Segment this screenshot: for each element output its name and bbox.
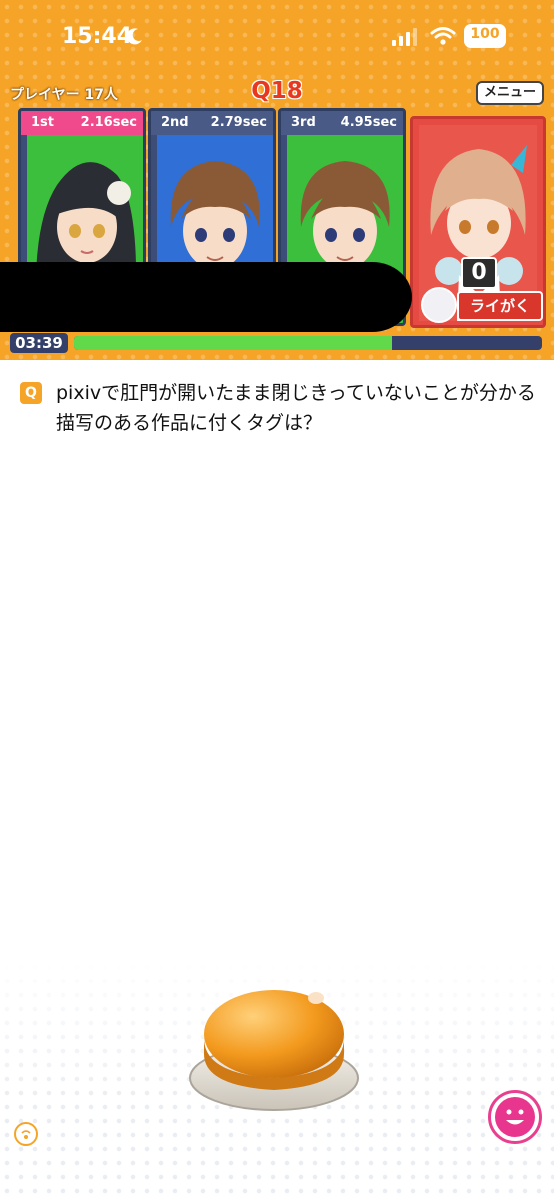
sound-icon[interactable] xyxy=(14,1122,38,1146)
timer-progress-fill xyxy=(74,336,393,350)
battery-icon: 100 xyxy=(464,24,506,48)
my-avatar xyxy=(421,287,457,323)
game-header-panel: 15:44 100 プレイヤー 17人 Q18 メニュー 1st 2.16sec xyxy=(0,0,554,360)
answer-time: 4.95sec xyxy=(340,115,397,130)
rank-label: 2nd xyxy=(161,115,189,130)
timer-label: 03:39 xyxy=(10,333,68,353)
battery-level: 100 xyxy=(470,26,500,42)
players-count: プレイヤー 17人 xyxy=(10,87,118,103)
ranking-header: 2nd 2.79sec xyxy=(151,111,273,135)
ranking-header: 1st 2.16sec xyxy=(21,111,143,135)
my-player-card: 0 ライがく xyxy=(410,116,546,328)
rank-label: 3rd xyxy=(291,115,316,130)
question-text: pixivで肛門が開いたまま閉じきっていないことが分かる描写のある作品に付くタグ… xyxy=(56,382,536,434)
answer-time: 2.16sec xyxy=(80,115,137,130)
menu-button[interactable]: メニュー xyxy=(476,81,544,105)
buzzer-icon[interactable] xyxy=(186,974,362,1114)
moon-icon xyxy=(126,28,142,45)
ranking-header: 3rd 4.95sec xyxy=(281,111,403,135)
question-badge: Q xyxy=(20,382,42,404)
rank-label: 1st xyxy=(31,115,54,130)
timer-progress-bar xyxy=(74,336,542,350)
status-time: 15:44 xyxy=(62,24,133,49)
smile-face xyxy=(495,1097,535,1137)
wifi-icon xyxy=(430,27,456,45)
smile-icon[interactable] xyxy=(488,1090,542,1144)
signal-icon xyxy=(392,28,417,46)
answer-time: 2.79sec xyxy=(210,115,267,130)
redaction-mark xyxy=(0,262,412,332)
question-number: Q18 xyxy=(251,78,303,104)
status-bar: 15:44 100 xyxy=(0,0,554,70)
my-name: ライがく xyxy=(457,291,543,321)
my-score: 0 xyxy=(461,257,497,289)
